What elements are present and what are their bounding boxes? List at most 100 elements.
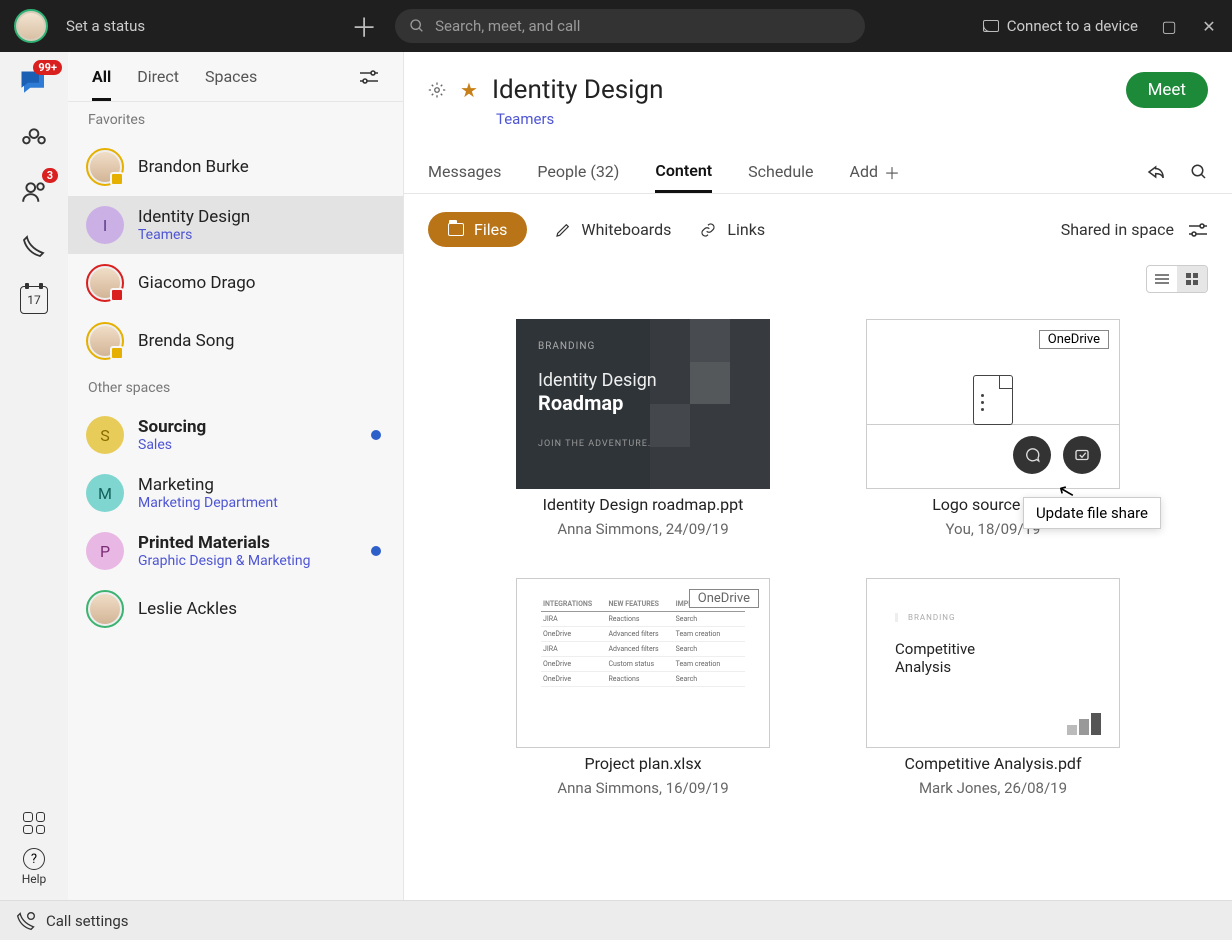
- star-icon[interactable]: ★: [460, 78, 478, 102]
- rail-meetings[interactable]: 17: [16, 282, 52, 318]
- messaging-badge: 99+: [33, 60, 62, 75]
- file-thumbnail: OneDrive INTEGRATIONSNEW FEATURESIMPROVE…: [516, 578, 770, 748]
- window-close-icon[interactable]: ✕: [1200, 17, 1218, 35]
- main-panel: ★ Identity Design Meet Teamers Messages …: [404, 52, 1232, 900]
- file-card[interactable]: OneDrive ↖ Update file share Logo source…: [863, 319, 1123, 538]
- topbar: Set a status ＋ Search, meet, and call Co…: [0, 0, 1232, 52]
- sidebar-item-leslie[interactable]: Leslie Ackles: [68, 580, 403, 638]
- unread-dot: [371, 546, 381, 556]
- set-status[interactable]: Set a status: [66, 17, 145, 35]
- avatar: [86, 590, 124, 628]
- tab-messages[interactable]: Messages: [428, 162, 501, 181]
- view-grid[interactable]: [1177, 266, 1207, 292]
- contacts-icon: [21, 179, 47, 205]
- teams-icon: [21, 125, 47, 151]
- view-list[interactable]: [1147, 266, 1177, 292]
- sidebar-item-marketing[interactable]: M MarketingMarketing Department: [68, 464, 403, 522]
- rail-teams[interactable]: [16, 120, 52, 156]
- shared-in-space[interactable]: Shared in space: [1061, 220, 1174, 239]
- document-icon: [973, 375, 1013, 425]
- avatar: [86, 148, 124, 186]
- share-update-icon: [1073, 446, 1091, 464]
- filter-icon[interactable]: [359, 70, 379, 84]
- subtab-whiteboards[interactable]: Whiteboards: [555, 220, 671, 239]
- help-icon: ?: [23, 848, 45, 870]
- chat-bubble-icon: [1023, 446, 1041, 464]
- sidebar-item-printed-materials[interactable]: P Printed MaterialsGraphic Design & Mark…: [68, 522, 403, 580]
- connect-device[interactable]: Connect to a device: [983, 17, 1138, 35]
- space-avatar: S: [86, 416, 124, 454]
- gear-icon[interactable]: [428, 81, 446, 99]
- subtab-links[interactable]: Links: [699, 220, 765, 239]
- file-title: Competitive Analysis.pdf: [904, 754, 1081, 773]
- settings-toggle-icon[interactable]: [1188, 223, 1208, 237]
- file-meta: Anna Simmons, 24/09/19: [557, 520, 728, 538]
- sidebar-item-giacomo[interactable]: Giacomo Drago: [68, 254, 403, 312]
- file-thumbnail: BRANDING CompetitiveAnalysis: [866, 578, 1120, 748]
- tab-content[interactable]: Content: [655, 150, 712, 193]
- file-meta: Mark Jones, 26/08/19: [919, 779, 1067, 797]
- space-team[interactable]: Teamers: [496, 110, 1208, 128]
- content-subtabs: Files Whiteboards Links Shared in space: [404, 194, 1232, 265]
- space-tabs: Messages People (32) Content Schedule Ad…: [404, 150, 1232, 194]
- pencil-icon: [555, 222, 571, 238]
- new-action-button[interactable]: ＋: [351, 8, 377, 45]
- sidebar-item-sourcing[interactable]: S SourcingSales: [68, 406, 403, 464]
- view-toggle: [1146, 265, 1208, 293]
- file-thumbnail: BRANDING Identity Design Roadmap JOIN TH…: [516, 319, 770, 489]
- files-grid: BRANDING Identity Design Roadmap JOIN TH…: [404, 299, 1232, 817]
- cast-icon: [983, 20, 999, 32]
- file-title: Identity Design roadmap.ppt: [543, 495, 744, 514]
- onedrive-tag: OneDrive: [689, 589, 759, 608]
- file-card[interactable]: BRANDING CompetitiveAnalysis Competitive…: [863, 578, 1123, 797]
- rail-contacts[interactable]: 3: [16, 174, 52, 210]
- message-action[interactable]: [1013, 436, 1051, 474]
- avatar: [86, 264, 124, 302]
- rail-apps[interactable]: [23, 812, 45, 834]
- space-avatar: M: [86, 474, 124, 512]
- forward-icon[interactable]: [1144, 163, 1164, 181]
- call-settings-icon[interactable]: [16, 911, 36, 931]
- meet-button[interactable]: Meet: [1126, 72, 1208, 108]
- sidebar-item-brandon[interactable]: Brandon Burke: [68, 138, 403, 196]
- search-box[interactable]: Search, meet, and call: [395, 9, 865, 43]
- rail-calls[interactable]: [16, 228, 52, 264]
- bar-chart-icon: [1067, 713, 1101, 735]
- subtab-files[interactable]: Files: [428, 212, 527, 247]
- file-card[interactable]: BRANDING Identity Design Roadmap JOIN TH…: [513, 319, 773, 538]
- space-avatar: I: [86, 206, 124, 244]
- sidebar-tab-direct[interactable]: Direct: [137, 67, 179, 86]
- user-avatar[interactable]: [14, 9, 48, 43]
- rail-messaging[interactable]: 99+: [16, 66, 52, 102]
- window-maximize-icon[interactable]: ▢: [1160, 17, 1178, 35]
- search-in-space-icon[interactable]: [1190, 163, 1208, 181]
- contacts-badge: 3: [42, 168, 58, 183]
- search-icon: [409, 18, 425, 34]
- share-action[interactable]: [1063, 436, 1101, 474]
- sidebar-tab-all[interactable]: All: [92, 67, 111, 101]
- plus-icon: ＋: [884, 160, 900, 184]
- sidebar-item-identity-design[interactable]: I Identity DesignTeamers: [68, 196, 403, 254]
- calendar-icon: 17: [20, 286, 48, 314]
- file-title: Project plan.xlsx: [584, 754, 701, 773]
- tab-schedule[interactable]: Schedule: [748, 162, 813, 181]
- section-favorites: Favorites: [68, 102, 403, 138]
- sidebar-item-brenda[interactable]: Brenda Song: [68, 312, 403, 370]
- link-icon: [699, 222, 717, 238]
- tab-people[interactable]: People (32): [537, 162, 619, 181]
- footer-bar: Call settings: [0, 900, 1232, 940]
- sidebar-tabs: All Direct Spaces: [68, 52, 403, 102]
- file-meta: Anna Simmons, 16/09/19: [557, 779, 728, 797]
- search-placeholder: Search, meet, and call: [435, 17, 580, 35]
- tooltip: Update file share: [1023, 497, 1161, 529]
- sidebar-tab-spaces[interactable]: Spaces: [205, 67, 257, 86]
- tab-add[interactable]: Add＋: [850, 160, 901, 184]
- unread-dot: [371, 430, 381, 440]
- rail-help[interactable]: ? Help: [22, 848, 47, 886]
- section-other: Other spaces: [68, 370, 403, 406]
- avatar: [86, 322, 124, 360]
- activity-rail: 99+ 3 17 ? Help: [0, 52, 68, 900]
- file-card[interactable]: OneDrive INTEGRATIONSNEW FEATURESIMPROVE…: [513, 578, 773, 797]
- call-settings-label[interactable]: Call settings: [46, 912, 129, 930]
- folder-icon: [448, 223, 464, 236]
